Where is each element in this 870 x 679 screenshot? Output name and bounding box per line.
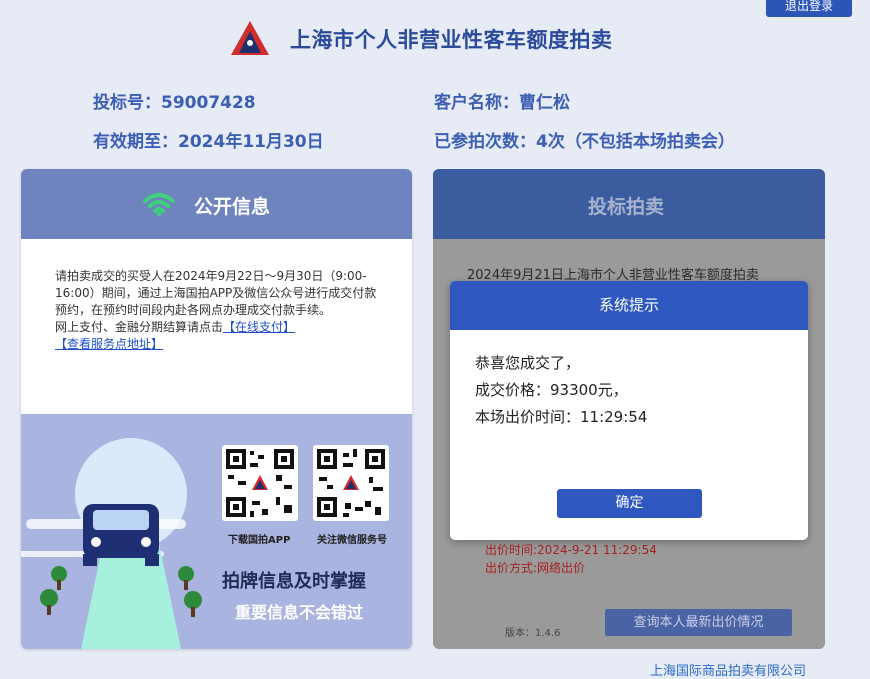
logo-icon	[231, 21, 269, 55]
logout-button[interactable]: 退出登录	[766, 0, 852, 17]
online-pay-link[interactable]: 【在线支付】	[223, 320, 295, 334]
service-points-link[interactable]: 【查看服务点地址】	[55, 337, 163, 351]
participation-count: 已参拍次数：4次（不包括本场拍卖会）	[434, 132, 735, 152]
notice-paragraph: 请拍卖成交的买受人在2024年9月22日～9月30日（9:00-16:00）期间…	[55, 269, 377, 317]
bid-number: 投标号：59007428	[93, 93, 256, 113]
system-prompt-dialog: 系统提示 恭喜您成交了， 成交价格：93300元， 本场出价时间：11:29:5…	[450, 281, 808, 540]
version-label: 版本：1.4.6	[505, 628, 561, 639]
customer-name: 客户名称：曹仁松	[434, 93, 570, 113]
dialog-line-price: 成交价格：93300元，	[475, 381, 628, 399]
slogan-main: 拍牌信息及时掌握	[222, 571, 366, 592]
query-latest-bid-button[interactable]: 查询本人最新出价情况	[605, 609, 792, 636]
qr-code-icon	[226, 449, 294, 517]
car-illustration	[21, 438, 202, 649]
qr-code-wechat	[313, 445, 389, 521]
bidding-header: 投标拍卖	[433, 169, 825, 239]
bid-method-line: 出价方式:网络出价	[485, 561, 586, 575]
dialog-line-congrats: 恭喜您成交了，	[475, 354, 581, 372]
dialog-title: 系统提示	[450, 281, 808, 330]
public-info-header: 公开信息	[21, 169, 412, 239]
notice-payment-text: 网上支付、金融分期结算请点击	[55, 320, 224, 334]
qr-code-icon	[317, 449, 385, 517]
valid-until: 有效期至：2024年11月30日	[93, 132, 324, 152]
bid-time-line: 出价时间:2024-9-21 11:29:54	[485, 543, 657, 557]
dialog-line-time: 本场出价时间：11:29:54	[475, 408, 648, 426]
qr-wechat-label: 关注微信服务号	[317, 535, 387, 546]
bidding-title: 投标拍卖	[588, 196, 665, 218]
confirm-button[interactable]: 确定	[557, 489, 702, 518]
public-info-panel: 公开信息 请拍卖成交的买受人在2024年9月22日～9月30日（9:00-16:…	[21, 169, 412, 649]
notice-text-block: 请拍卖成交的买受人在2024年9月22日～9月30日（9:00-16:00）期间…	[55, 268, 385, 353]
wifi-icon	[143, 193, 175, 217]
public-info-title: 公开信息	[194, 196, 271, 218]
qr-code-app	[222, 445, 298, 521]
site-title: 上海市个人非营业性客车额度拍卖	[290, 28, 613, 52]
slogan-sub: 重要信息不会错过	[235, 603, 364, 622]
qr-app-label: 下载国拍APP	[228, 535, 291, 546]
footer-company: 上海国际商品拍卖有限公司	[650, 664, 807, 679]
